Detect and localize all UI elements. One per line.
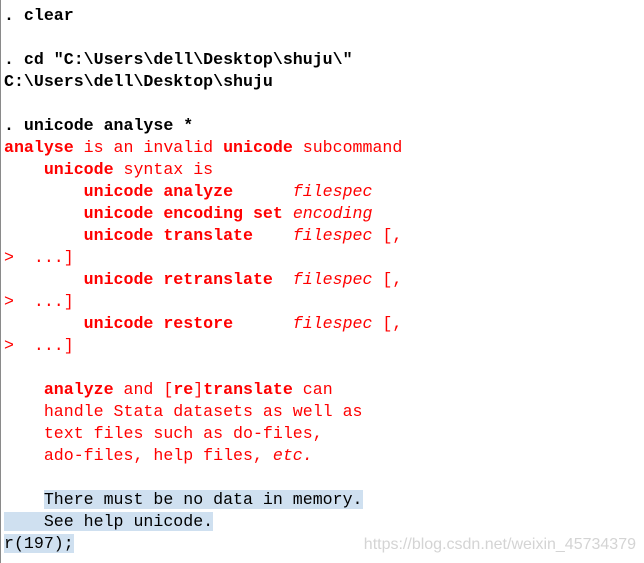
- console-line: unicode retranslate filespec [,: [4, 269, 642, 291]
- console-text: translate: [203, 380, 293, 399]
- console-text: subcommand: [292, 138, 403, 157]
- console-line: handle Stata datasets as well as: [4, 401, 642, 423]
- console-line: . cd "C:\Users\dell\Desktop\shuju\": [4, 49, 642, 71]
- console-line: > ...]: [4, 335, 642, 357]
- console-text: > ...]: [4, 248, 74, 267]
- console-line: unicode restore filespec [,: [4, 313, 642, 335]
- console-text: There must be no data in memory.: [43, 490, 363, 509]
- console-text: unicode retranslate: [83, 270, 273, 289]
- console-line: ado-files, help files, etc.: [4, 445, 642, 467]
- watermark: https://blog.csdn.net/weixin_45734379: [363, 536, 636, 553]
- console-text: unicode: [43, 160, 114, 179]
- console-text: . cd "C:\Users\dell\Desktop\shuju\": [4, 50, 353, 69]
- console-text: filespec: [292, 182, 373, 201]
- console-line: unicode translate filespec [,: [4, 225, 642, 247]
- console-line: unicode encoding set encoding: [4, 203, 642, 225]
- console-text: and [: [113, 380, 174, 399]
- console-text: r(197);: [4, 534, 74, 553]
- console-line: . clear: [4, 5, 642, 27]
- console-text: etc.: [272, 446, 313, 465]
- console-line: C:\Users\dell\Desktop\shuju: [4, 71, 642, 93]
- console-text: re: [173, 380, 194, 399]
- console-text: filespec: [292, 226, 373, 245]
- console-line: > ...]: [4, 291, 642, 313]
- console-text: filespec: [292, 314, 373, 333]
- console-text: C:\Users\dell\Desktop\shuju: [4, 72, 273, 91]
- console-line: There must be no data in memory.: [4, 489, 642, 511]
- console-text: unicode analyze: [83, 182, 234, 201]
- console-text: syntax is: [113, 160, 214, 179]
- console-text: unicode restore: [83, 314, 234, 333]
- console-text: handle Stata datasets as well as: [4, 402, 363, 421]
- console-line: . unicode analyse *: [4, 115, 642, 137]
- console-text: [,: [372, 270, 403, 289]
- console-text: is an invalid: [73, 138, 224, 157]
- console-text: text files such as do-files,: [4, 424, 323, 443]
- console-text: unicode: [223, 138, 293, 157]
- console-line: text files such as do-files,: [4, 423, 642, 445]
- console-text: ado-files, help files,: [4, 446, 273, 465]
- console-line: See help unicode.: [4, 511, 642, 533]
- console-text: [,: [372, 314, 403, 333]
- console-text: encoding: [292, 204, 373, 223]
- console-text: . clear: [4, 6, 74, 25]
- console-line: unicode syntax is: [4, 159, 642, 181]
- console-line: analyze and [re]translate can: [4, 379, 642, 401]
- console-text: analyse: [4, 138, 74, 157]
- console-text: can: [292, 380, 333, 399]
- results-console[interactable]: . clear . cd "C:\Users\dell\Desktop\shuju…: [0, 0, 642, 563]
- console-text: filespec: [292, 270, 373, 289]
- console-text: > ...]: [4, 336, 74, 355]
- console-line: unicode analyze filespec: [4, 181, 642, 203]
- console-text: ]: [193, 380, 204, 399]
- console-text: See help unicode.: [4, 512, 214, 531]
- console-text: unicode translate: [83, 226, 253, 245]
- console-text: > ...]: [4, 292, 74, 311]
- console-text: analyze: [43, 380, 114, 399]
- console-text: [,: [372, 226, 403, 245]
- console-text: . unicode analyse *: [4, 116, 194, 135]
- console-text: unicode encoding set: [83, 204, 283, 223]
- console-line: analyse is an invalid unicode subcommand: [4, 137, 642, 159]
- console-line: > ...]: [4, 247, 642, 269]
